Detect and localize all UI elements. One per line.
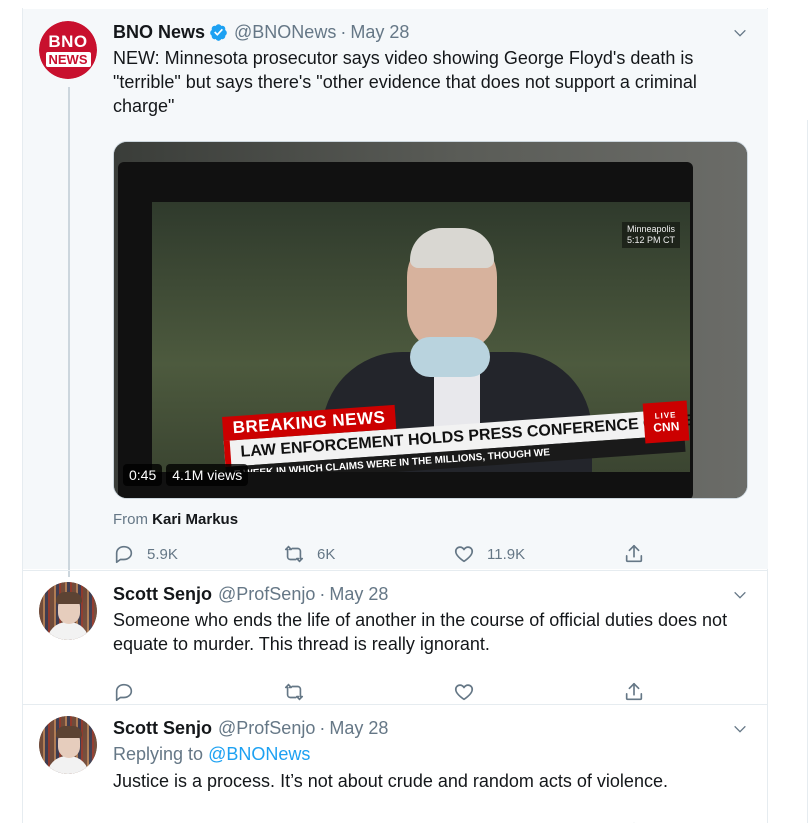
tweet-bno-news[interactable]: BNO NEWS BNO News @BNONews · May 28 NEW:…: [23, 9, 768, 577]
right-sidebar-edge: [769, 0, 811, 823]
retweet-icon: [284, 683, 304, 701]
retweet-icon: [284, 545, 304, 563]
thread-connector-line: [68, 87, 70, 577]
tweet-reply-scott-senjo-1[interactable]: Scott Senjo @ProfSenjo · May 28 Someone …: [23, 570, 768, 703]
tweet-actions: 5.9K 6K 11.9K: [113, 543, 653, 565]
share-icon: [625, 682, 643, 701]
tweet-actions: [113, 681, 653, 703]
reply-icon: [115, 683, 133, 702]
tweet-header: Scott Senjo @ProfSenjo · May 28: [113, 583, 752, 605]
share-icon: [625, 544, 643, 563]
video-attribution: From Kari Markus: [113, 511, 239, 528]
author-name[interactable]: BNO News: [113, 22, 205, 43]
share-button[interactable]: [623, 543, 653, 565]
heart-icon: [454, 684, 474, 701]
heart-icon: [454, 546, 474, 563]
tweet-reply-scott-senjo-2[interactable]: Scott Senjo @ProfSenjo · May 28 Replying…: [23, 704, 768, 823]
author-handle[interactable]: @ProfSenjo: [218, 584, 315, 605]
separator-dot: ·: [319, 583, 326, 604]
share-button[interactable]: [623, 681, 653, 703]
tweet-date[interactable]: May 28: [329, 718, 388, 739]
like-button[interactable]: [453, 681, 593, 703]
avatar[interactable]: BNO NEWS: [39, 21, 97, 79]
verified-badge-icon: [210, 23, 227, 41]
like-button[interactable]: 11.9K: [453, 543, 593, 565]
reply-button[interactable]: [113, 681, 253, 703]
reply-icon: [115, 545, 133, 564]
chevron-down-icon[interactable]: [732, 587, 748, 603]
video-duration: 0:45: [123, 464, 163, 486]
tweet-text: Someone who ends the life of another in …: [113, 610, 728, 654]
avatar[interactable]: [39, 582, 97, 640]
replying-to-mention[interactable]: @BNONews: [208, 744, 310, 764]
avatar[interactable]: [39, 716, 97, 774]
tv-frame: Minneapolis 5:12 PM CT BREAKING NEWS LAW…: [118, 162, 693, 498]
video-frame: Minneapolis 5:12 PM CT BREAKING NEWS LAW…: [152, 202, 690, 472]
separator-dot: ·: [340, 21, 347, 42]
tweet-date[interactable]: May 28: [329, 584, 388, 605]
replying-to: Replying to @BNONews: [113, 744, 311, 764]
reply-button[interactable]: 5.9K: [113, 543, 253, 565]
chevron-down-icon[interactable]: [732, 721, 748, 737]
author-handle[interactable]: @BNONews: [234, 22, 336, 43]
attribution-name[interactable]: Kari Markus: [152, 511, 238, 528]
bno-news-logo: BNO NEWS: [39, 21, 97, 79]
retweet-button[interactable]: [283, 681, 423, 703]
location-time-box: Minneapolis 5:12 PM CT: [621, 222, 680, 248]
tweet-header: BNO News @BNONews · May 28: [113, 21, 752, 43]
tweet-text: Justice is a process. It’s not about cru…: [113, 771, 668, 791]
cnn-logo: LIVE CNN: [642, 400, 690, 444]
author-handle[interactable]: @ProfSenjo: [218, 718, 315, 739]
tweet-header: Scott Senjo @ProfSenjo · May 28: [113, 717, 752, 739]
reply-count: 5.9K: [147, 545, 178, 563]
retweet-count: 6K: [317, 545, 336, 563]
tweet-video[interactable]: Minneapolis 5:12 PM CT BREAKING NEWS LAW…: [113, 141, 748, 499]
like-count: 11.9K: [487, 545, 526, 563]
author-name[interactable]: Scott Senjo: [113, 584, 212, 605]
tweet-date[interactable]: May 28: [350, 22, 409, 43]
separator-dot: ·: [319, 717, 326, 738]
author-name[interactable]: Scott Senjo: [113, 718, 212, 739]
retweet-button[interactable]: 6K: [283, 543, 423, 565]
chevron-down-icon[interactable]: [732, 25, 748, 41]
tweet-text: NEW: Minnesota prosecutor says video sho…: [113, 48, 697, 116]
video-views: 4.1M views: [166, 464, 249, 486]
